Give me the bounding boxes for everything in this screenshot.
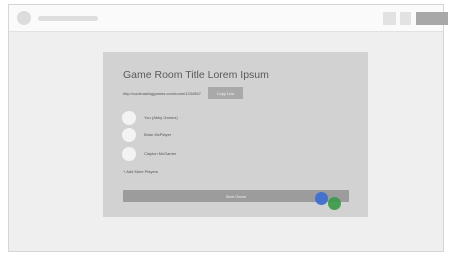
player-avatar: [122, 147, 136, 161]
player-avatar: [122, 128, 136, 142]
toolbar-button-1[interactable]: [383, 12, 396, 25]
title-placeholder: [38, 16, 98, 21]
add-players-link[interactable]: + Add More Players: [123, 169, 158, 174]
copy-link-button[interactable]: Copy Link: [208, 87, 243, 99]
player-name: You (Abby Gamez): [144, 115, 178, 120]
player-name: Brian McPlayer: [144, 132, 172, 137]
toolbar-button-3[interactable]: [416, 12, 448, 25]
avatar[interactable]: [17, 11, 31, 25]
room-link: http://coolmakinggames.com/room/1234567: [123, 91, 201, 96]
player-name: Clayton McGamer: [144, 151, 177, 156]
game-room-card: Game Room Title Lorem Ipsum http://coolm…: [103, 52, 368, 217]
cursor-green-icon: [328, 197, 341, 210]
cursor-blue-icon: [315, 192, 328, 205]
room-title: Game Room Title Lorem Ipsum: [123, 69, 269, 81]
toolbar-button-2[interactable]: [400, 12, 411, 25]
player-avatar: [122, 111, 136, 125]
top-bar: [9, 5, 448, 32]
